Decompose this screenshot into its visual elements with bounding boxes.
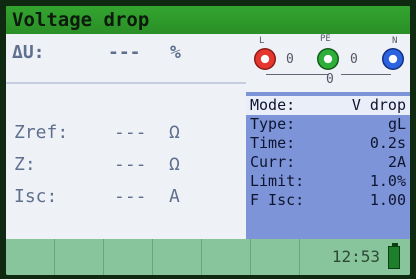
terminal-l-label: L (259, 36, 265, 46)
zref-label: Zref: (14, 122, 69, 143)
terminal-n-icon (382, 48, 404, 70)
z-row: Z: --- Ω (14, 154, 234, 180)
z-label: Z: (14, 154, 36, 175)
screen-title: Voltage drop (12, 9, 150, 31)
isc-row: Isc: --- A (14, 186, 234, 212)
delta-u-label: ΔU: (12, 42, 45, 63)
voltage-pe-n: 0 (350, 52, 358, 67)
battery-icon (388, 246, 400, 269)
isc-label: Isc: (14, 186, 58, 207)
param-current[interactable]: Curr: 2A (246, 153, 410, 172)
voltage-l-n: 0 (326, 72, 334, 87)
isc-unit: A (169, 186, 180, 207)
terminal-pe-icon (317, 48, 339, 70)
voltage-drop-result: ΔU: --- % (12, 42, 232, 70)
param-limit[interactable]: Limit: 1.0% (246, 172, 410, 191)
terminal-l-icon (254, 48, 276, 70)
terminal-n-label: N (392, 36, 398, 46)
line-l-n-icon (266, 74, 328, 75)
delta-u-unit: % (170, 42, 181, 63)
zref-value: --- (114, 122, 147, 143)
terminal-pe-label: PE (320, 34, 331, 44)
function-key-bar: 12:53 (6, 239, 410, 275)
voltage-l-pe: 0 (286, 52, 294, 67)
results-panel: ΔU: --- % Zref: --- Ω Z: --- Ω Isc: --- … (6, 34, 246, 239)
parameter-list: Mode: V drop Type: gL Time: 0.2s Curr: 2… (246, 96, 410, 210)
param-type[interactable]: Type: gL (246, 115, 410, 134)
isc-value: --- (114, 186, 147, 207)
zref-unit: Ω (169, 122, 180, 143)
clock: 12:53 (331, 247, 380, 266)
z-unit: Ω (169, 154, 180, 175)
delta-u-value: --- (108, 42, 141, 63)
soft-key-5[interactable] (202, 239, 251, 275)
divider (6, 82, 246, 84)
soft-key-6[interactable] (251, 239, 300, 275)
param-f-isc[interactable]: F Isc: 1.00 (246, 191, 410, 210)
instrument-screen: Voltage drop ΔU: --- % Zref: --- Ω Z: --… (6, 6, 410, 275)
soft-key-1[interactable] (6, 239, 55, 275)
param-mode[interactable]: Mode: V drop (246, 96, 410, 115)
soft-key-2[interactable] (55, 239, 104, 275)
settings-panel: L 0 PE 0 N 0 Mode: V drop Type: gL Time: (246, 34, 410, 239)
param-time[interactable]: Time: 0.2s (246, 134, 410, 153)
soft-key-4[interactable] (153, 239, 202, 275)
terminal-voltages: L 0 PE 0 N 0 (246, 34, 410, 92)
soft-key-3[interactable] (104, 239, 153, 275)
title-bar: Voltage drop (6, 6, 410, 34)
line-n-icon (341, 74, 391, 75)
zref-row: Zref: --- Ω (14, 122, 234, 148)
z-value: --- (114, 154, 147, 175)
